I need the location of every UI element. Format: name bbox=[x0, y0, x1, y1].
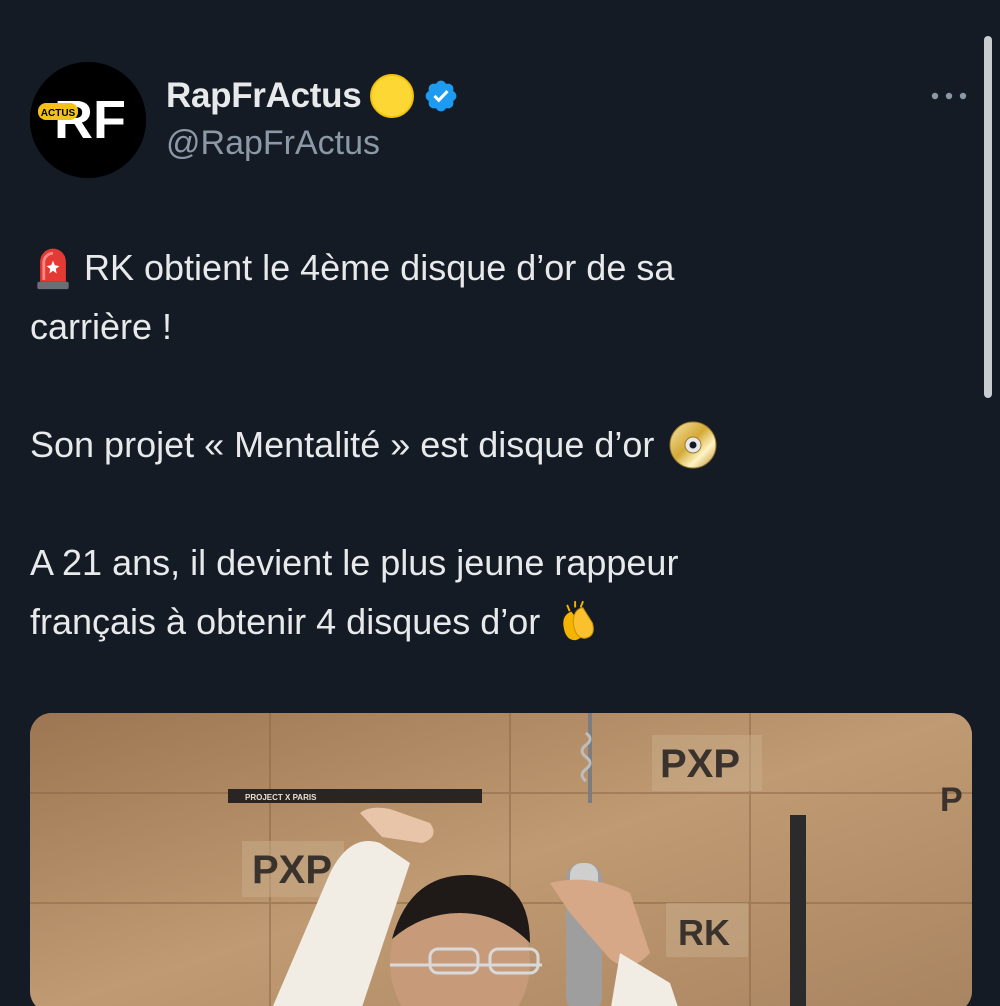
banner-text: PROJECT X PARIS bbox=[245, 793, 317, 802]
tweet-text: RK obtient le 4ème disque d’or de sa car… bbox=[30, 238, 910, 651]
tweet-line-4: A 21 ans, il devient le plus jeune rappe… bbox=[30, 542, 679, 583]
studio-photo: PROJECT X PARIS PXP PXP RK P bbox=[30, 713, 972, 1006]
wall-label-rk: RK bbox=[678, 912, 730, 953]
wall-label-pxp-2: PXP bbox=[252, 848, 332, 892]
author-handle[interactable]: @RapFrActus bbox=[166, 124, 380, 163]
tweet-line-2: carrière ! bbox=[30, 306, 173, 347]
siren-emoji bbox=[30, 245, 76, 291]
tweet-media-photo[interactable]: PROJECT X PARIS PXP PXP RK P bbox=[30, 713, 972, 1006]
tweet-line-1: RK obtient le 4ème disque d’or de sa bbox=[84, 247, 675, 288]
author-name-row: RapFrActus bbox=[166, 70, 459, 122]
yellow-circle-emoji bbox=[369, 73, 415, 119]
more-options-button[interactable] bbox=[924, 76, 974, 116]
scrollbar-thumb[interactable] bbox=[984, 36, 992, 398]
avatar-logo-badge: ACTUS bbox=[41, 108, 76, 119]
author-display-name[interactable]: RapFrActus bbox=[166, 76, 362, 116]
tweet-line: Son projet « Mentalité » est disque d’or bbox=[30, 415, 910, 474]
tweet-line: RK obtient le 4ème disque d’or de sa bbox=[30, 238, 910, 297]
tweet-line-5: français à obtenir 4 disques d’or bbox=[30, 601, 541, 642]
more-horizontal-icon bbox=[931, 92, 967, 100]
wall-label-p: P bbox=[940, 781, 963, 819]
profile-avatar[interactable]: RF ACTUS bbox=[30, 62, 146, 178]
verified-badge-icon[interactable] bbox=[423, 78, 459, 114]
tweet-view: RF ACTUS RapFrActus @RapFrActus RK obtie… bbox=[0, 0, 1000, 1006]
clapping-hands-emoji bbox=[554, 598, 602, 646]
tweet-line: A 21 ans, il devient le plus jeune rappe… bbox=[30, 533, 910, 592]
tweet-line: carrière ! bbox=[30, 297, 910, 356]
tweet-line-3: Son projet « Mentalité » est disque d’or bbox=[30, 424, 655, 465]
wall-label-pxp: PXP bbox=[660, 742, 740, 786]
tweet-line: français à obtenir 4 disques d’or bbox=[30, 592, 910, 651]
rapfractus-logo: RF ACTUS bbox=[30, 62, 146, 178]
dvd-emoji bbox=[668, 420, 718, 470]
